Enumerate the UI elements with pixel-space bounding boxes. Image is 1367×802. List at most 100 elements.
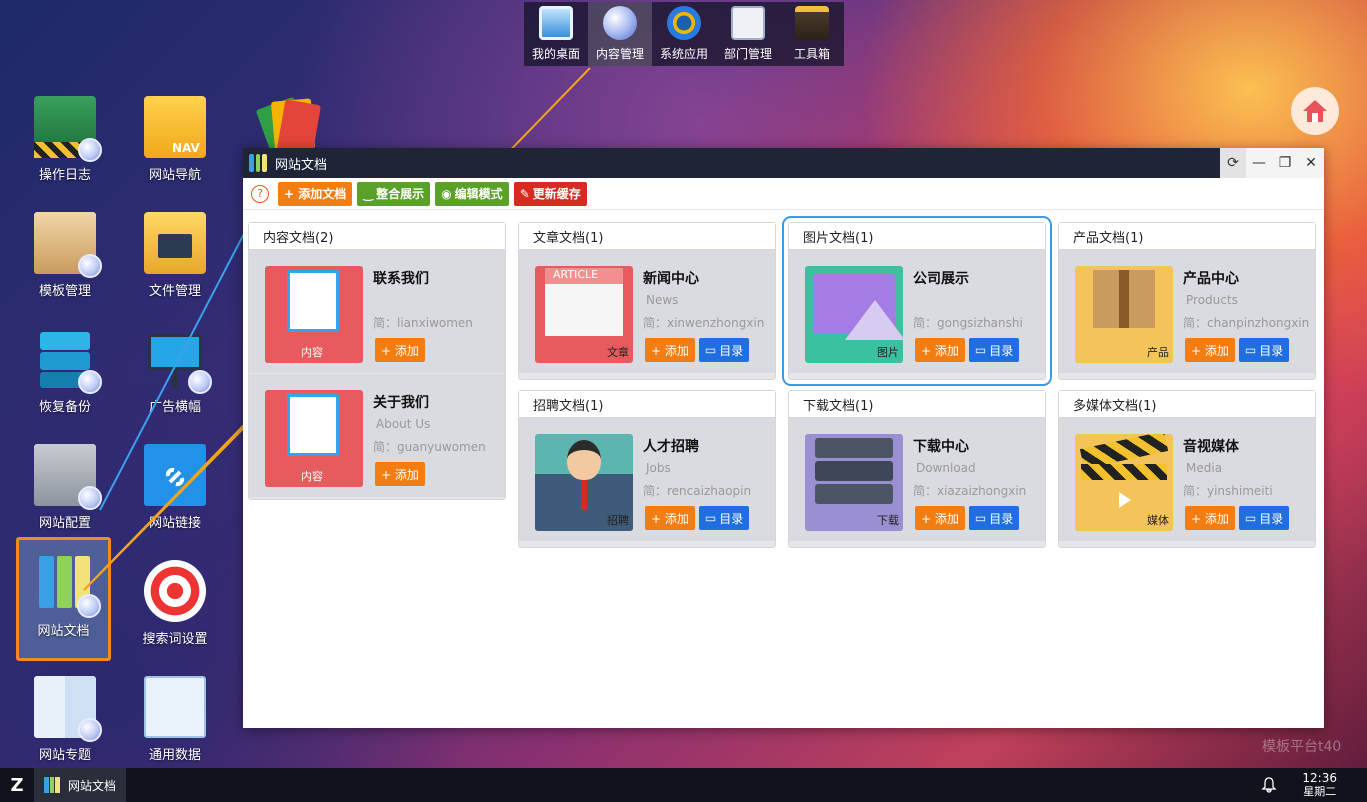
panel-media-docs: 多媒体文档(1) 媒体 音视媒体 Media 简：yinshimeiti + 添… (1058, 390, 1316, 548)
add-button[interactable]: + 添加 (1185, 506, 1235, 530)
folder-icon: ▭ (974, 343, 987, 357)
entry-tag: 下载 (877, 514, 899, 527)
entry-tag: 图片 (877, 346, 899, 359)
person-icon: 招聘 (535, 434, 633, 531)
button-label: 目录 (719, 511, 744, 526)
entry-subtitle: Jobs (646, 461, 671, 475)
entry-pinyin: 简：yinshimeiti (1183, 484, 1273, 498)
add-button[interactable]: + 添加 (1185, 338, 1235, 362)
button-label: 目录 (989, 511, 1014, 526)
add-button[interactable]: + 添加 (645, 338, 695, 362)
eye-icon: ◉ (441, 186, 452, 201)
entry-title: 关于我们 (373, 395, 429, 411)
add-button[interactable]: + 添加 (375, 338, 425, 362)
image-doc-icon: 图片 (805, 266, 903, 363)
doc-entry[interactable]: 下载 下载中心 Download 简：xiazaizhongxin + 添加 ▭… (789, 418, 1045, 541)
panel-header: 招聘文档(1) (519, 391, 775, 418)
doc-entry[interactable]: 媒体 音视媒体 Media 简：yinshimeiti + 添加 ▭ 目录 (1059, 418, 1315, 541)
entry-subtitle: News (646, 293, 679, 307)
directory-button[interactable]: ▭ 目录 (698, 338, 750, 362)
add-document-button[interactable]: + 添加文档 (278, 181, 353, 206)
binders-icon (249, 154, 268, 172)
entry-title: 联系我们 (373, 271, 429, 287)
folder-icon: ▭ (704, 511, 717, 525)
documents-window: 网站文档 ⟳ — ❐ ✕ ? + 添加文档 ‿ 整合展示 ◉ 编辑模式 ✎ 更新缓存 … (243, 148, 1324, 728)
start-button[interactable]: Z (0, 768, 34, 802)
content-doc-icon: 内容 (265, 266, 363, 363)
add-button[interactable]: + 添加 (915, 338, 965, 362)
entry-title: 音视媒体 (1183, 439, 1239, 455)
taskbar-clock[interactable]: 12:36 星期二 (1302, 771, 1337, 799)
window-title: 网站文档 (275, 157, 328, 173)
add-button[interactable]: + 添加 (375, 462, 425, 486)
integrate-view-button[interactable]: ‿ 整合展示 (357, 181, 431, 206)
entry-title: 下载中心 (913, 439, 969, 455)
directory-button[interactable]: ▭ 目录 (968, 506, 1020, 530)
window-toolbar: ? + 添加文档 ‿ 整合展示 ◉ 编辑模式 ✎ 更新缓存 (243, 178, 1324, 210)
doc-entry[interactable]: 招聘 人才招聘 Jobs 简：rencaizhaopin + 添加 ▭ 目录 (519, 418, 775, 541)
doc-entry[interactable]: ARTICLE 文章 新闻中心 News 简：xinwenzhongxin + … (519, 250, 775, 373)
directory-button[interactable]: ▭ 目录 (1238, 506, 1290, 530)
folder-icon: ▭ (1244, 511, 1257, 525)
directory-button[interactable]: ▭ 目录 (1238, 338, 1290, 362)
entry-title: 人才招聘 (643, 439, 699, 455)
clock-time: 12:36 (1302, 771, 1337, 785)
entry-pinyin: 简：xinwenzhongxin (643, 316, 765, 330)
entry-pinyin: 简：lianxiwomen (373, 316, 473, 330)
folder-icon: ▭ (974, 511, 987, 525)
entry-pinyin: 简：gongsizhanshi (913, 316, 1023, 330)
entry-pinyin: 简：xiazaizhongxin (913, 484, 1027, 498)
panel-header: 多媒体文档(1) (1059, 391, 1315, 418)
refresh-cache-button[interactable]: ✎ 更新缓存 (513, 181, 587, 206)
help-icon[interactable]: ? (251, 184, 269, 203)
directory-button[interactable]: ▭ 目录 (968, 338, 1020, 362)
entry-title: 公司展示 (913, 271, 969, 287)
doc-entry[interactable]: 内容 联系我们 简：lianxiwomen + 添加 (249, 250, 505, 373)
clock-weekday: 星期二 (1303, 785, 1337, 798)
panel-header: 文章文档(1) (519, 223, 775, 250)
entry-tag: 内容 (301, 346, 323, 359)
brush-icon: ✎ (519, 186, 530, 201)
window-titlebar[interactable]: 网站文档 ⟳ — ❐ ✕ (243, 148, 1324, 178)
doc-entry[interactable]: 产品 产品中心 Products 简：chanpinzhongxin + 添加 … (1059, 250, 1315, 373)
minimize-icon[interactable]: — (1246, 148, 1272, 178)
taskbar-item-documents[interactable]: 网站文档 (34, 768, 127, 802)
article-label: ARTICLE (545, 268, 623, 284)
add-button[interactable]: + 添加 (645, 506, 695, 530)
entry-actions: + 添加 ▭ 目录 (1185, 338, 1290, 362)
close-icon[interactable]: ✕ (1298, 148, 1324, 178)
entry-actions: + 添加 ▭ 目录 (645, 338, 750, 362)
panel-product-docs: 产品文档(1) 产品 产品中心 Products 简：chanpinzhongx… (1058, 222, 1316, 380)
entry-pinyin: 简：guanyuwomen (373, 440, 486, 454)
panel-header: 内容文档(2) (249, 223, 505, 250)
watermark: 模板平台t40 (1262, 739, 1342, 755)
server-stack-icon: 下载 (805, 434, 903, 531)
edit-mode-button[interactable]: ◉ 编辑模式 (435, 181, 509, 206)
panel-article-docs: 文章文档(1) ARTICLE 文章 新闻中心 News 简：xinwenzho… (518, 222, 776, 380)
refresh-icon[interactable]: ⟳ (1220, 148, 1246, 178)
binders-icon (44, 777, 61, 793)
panel-header: 产品文档(1) (1059, 223, 1315, 250)
entry-pinyin: 简：chanpinzhongxin (1183, 316, 1310, 330)
entry-actions: + 添加 (375, 338, 425, 362)
button-label: 目录 (1259, 343, 1284, 358)
bell-icon[interactable] (1261, 777, 1277, 793)
window-controls: ⟳ — ❐ ✕ (1220, 148, 1324, 178)
panel-image-docs: 图片文档(1) 图片 公司展示 简：gongsizhanshi + 添加 ▭ 目录 (782, 216, 1052, 386)
entry-tag: 产品 (1147, 346, 1169, 359)
maximize-icon[interactable]: ❐ (1272, 148, 1298, 178)
entry-tag: 招聘 (607, 514, 629, 527)
directory-button[interactable]: ▭ 目录 (698, 506, 750, 530)
entry-subtitle: About Us (376, 417, 431, 431)
panel-header: 下载文档(1) (789, 391, 1045, 418)
clapperboard-icon: 媒体 (1075, 434, 1173, 531)
smile-icon: ‿ (363, 186, 374, 201)
add-button[interactable]: + 添加 (915, 506, 965, 530)
entry-actions: + 添加 ▭ 目录 (915, 506, 1020, 530)
entry-actions: + 添加 (375, 462, 425, 486)
button-label: 目录 (989, 343, 1014, 358)
doc-entry[interactable]: 内容 关于我们 About Us 简：guanyuwomen + 添加 (249, 374, 505, 497)
entry-tag: 文章 (607, 346, 629, 359)
content-doc-icon: 内容 (265, 390, 363, 487)
doc-entry[interactable]: 图片 公司展示 简：gongsizhanshi + 添加 ▭ 目录 (789, 250, 1045, 373)
